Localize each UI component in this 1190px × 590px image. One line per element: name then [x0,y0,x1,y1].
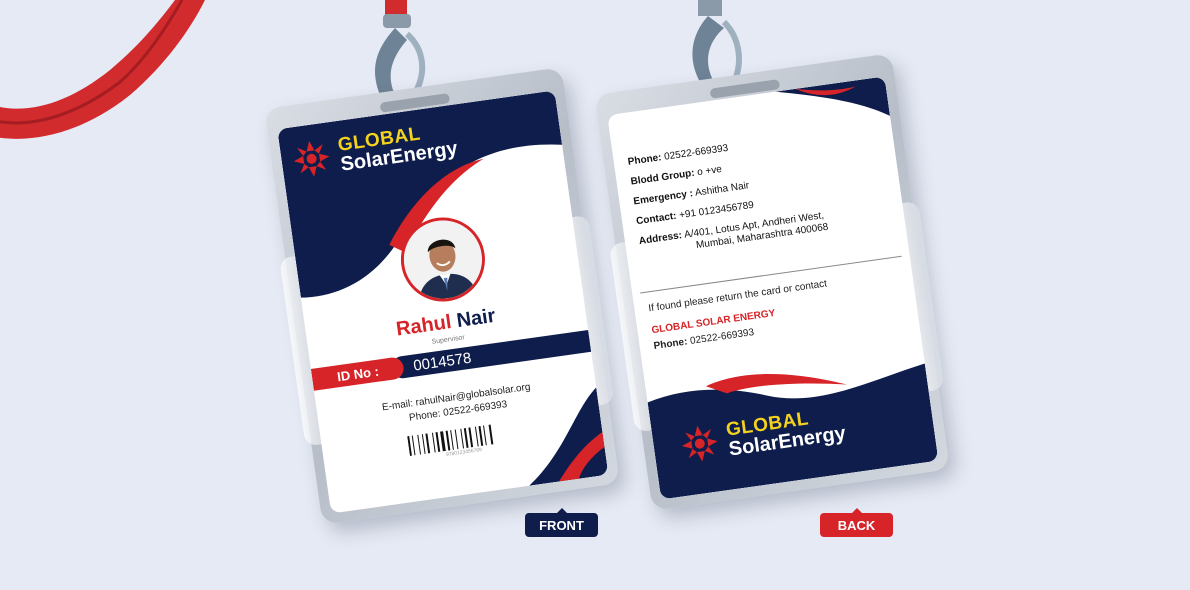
front-label-tag: FRONT [525,508,598,537]
back-card-holder: Phone: 02522-669393 Blodd Group: o +ve E… [594,53,950,511]
employee-last-name: Nair [455,304,497,333]
back-label-tag: BACK [820,508,893,537]
back-card: Phone: 02522-669393 Blodd Group: o +ve E… [607,76,939,500]
front-card: GLOBAL SolarEnergy Rahul Nair Supervisor… [277,90,609,514]
emergency-label: Emergency : [632,188,694,208]
contact-label: Contact: [635,210,678,228]
lanyard-strap [0,0,205,139]
sun-logo-icon [293,140,330,177]
blood-group-label: Blodd Group: [629,167,696,188]
blood-group-value: o +ve [696,163,723,179]
front-card-holder: GLOBAL SolarEnergy Rahul Nair Supervisor… [264,67,620,525]
contact-value: +91 0123456789 [678,199,755,222]
id-card-mockup-scene: GLOBAL SolarEnergy Rahul Nair Supervisor… [0,0,1190,590]
sun-logo-icon [681,425,718,462]
emergency-value: Ashitha Nair [694,180,750,199]
